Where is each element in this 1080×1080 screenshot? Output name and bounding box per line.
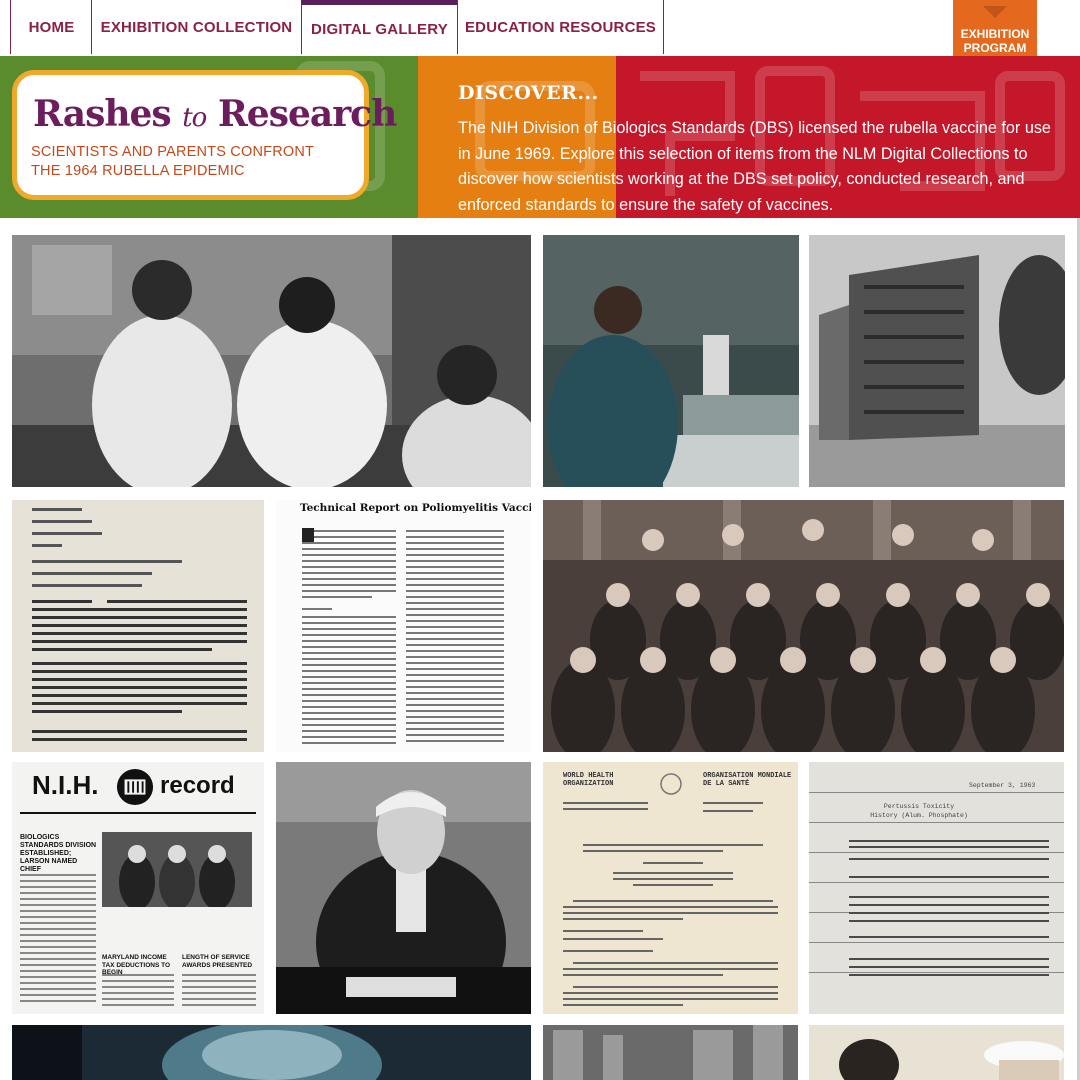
document-image: [12, 500, 264, 752]
program-label: PROGRAM: [963, 41, 1027, 55]
nav-exhibition-collection[interactable]: EXHIBITION COLLECTION: [91, 0, 301, 54]
gallery-document-technical-report[interactable]: Technical Report on Poliomyelitis Vaccin…: [276, 500, 531, 752]
who-letter-body: [563, 773, 778, 1006]
photo-image: [809, 1025, 1064, 1080]
discover-text: The NIH Division of Biologics Standards …: [458, 119, 1051, 214]
gallery-photo-lab-scientists[interactable]: [12, 235, 531, 487]
logo-subtitle: SCIENTISTS AND PARENTS CONFRONT THE 1964…: [31, 144, 314, 179]
exhibition-label: EXHIBITION: [960, 27, 1030, 41]
gallery-photo-lab-technician[interactable]: [543, 235, 799, 487]
gallery-document-nih-record[interactable]: N.I.H. record BIOLOGICS STANDARDS DIVISI…: [12, 762, 264, 1014]
gallery-photo-official-portrait[interactable]: [276, 762, 531, 1014]
photo-image: [543, 500, 1064, 752]
ribbon-notch-icon: [983, 6, 1007, 18]
report-columns-image: [302, 528, 504, 744]
nav-digital-gallery[interactable]: DIGITAL GALLERY: [301, 0, 458, 54]
nih-record-columns: [20, 874, 256, 1006]
gallery-photo-vial-closeup[interactable]: [12, 1025, 531, 1080]
photo-image: [276, 762, 531, 1014]
gallery-document-who-letter[interactable]: WORLD HEALTH ORGANIZATION ORGANISATION M…: [543, 762, 798, 1014]
exhibition-logo[interactable]: Rashes to Research SCIENTISTS AND PARENT…: [12, 70, 397, 200]
photo-image: [809, 235, 1065, 487]
photo-image: [543, 1025, 798, 1080]
toxicity-table-body: [809, 792, 1064, 976]
exhibition-banner: Rashes to Research SCIENTISTS AND PARENT…: [0, 56, 1080, 218]
nav-home[interactable]: HOME: [10, 0, 92, 54]
gallery-photo-building[interactable]: [809, 235, 1065, 487]
gallery-photo-lab-interior[interactable]: [543, 1025, 798, 1080]
photo-image: [543, 235, 799, 487]
nav-education-resources[interactable]: EDUCATION RESOURCES: [457, 0, 664, 54]
photo-image: [12, 1025, 531, 1080]
top-navigation: HOME EXHIBITION COLLECTION DIGITAL GALLE…: [0, 0, 1080, 68]
gallery-photo-group-portrait[interactable]: [543, 500, 1064, 752]
photo-image: [12, 235, 531, 487]
gallery-photo-nurse[interactable]: [809, 1025, 1064, 1080]
gallery-document-toxicity-table[interactable]: September 3, 1963 Pertussis Toxicity His…: [809, 762, 1064, 1014]
logo-title: Rashes to Research: [33, 93, 397, 135]
gallery-document-progress-report[interactable]: [12, 500, 264, 752]
discover-heading: DISCOVER...: [458, 82, 599, 104]
